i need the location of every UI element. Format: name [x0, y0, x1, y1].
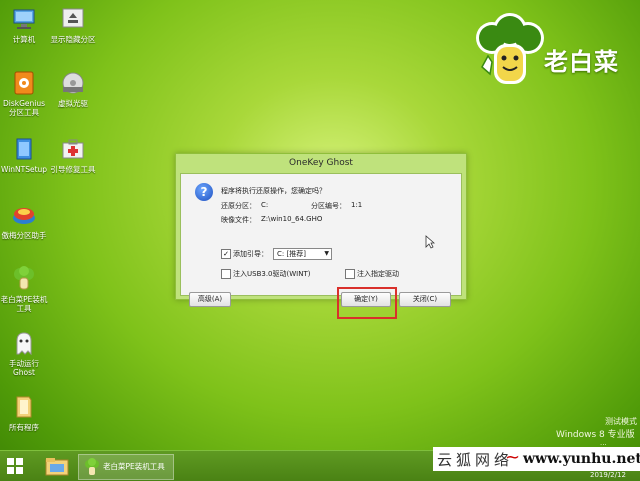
desktop-icon-boot-repair[interactable]: 引导修复工具 [48, 136, 98, 174]
desktop-icon-manual-ghost[interactable]: 手动运行 Ghost [0, 330, 49, 377]
desktop-icon-show-hidden-partition[interactable]: 显示隐藏分区 [48, 6, 98, 44]
desktop-icon-label: 傲梅分区助手 [1, 231, 47, 240]
desktop-icon-virtual-drive[interactable]: 虚拟光驱 [48, 70, 98, 108]
inject-usb3-checkbox[interactable] [221, 269, 231, 279]
taskbar-app-label: 老白菜PE装机工具 [103, 462, 165, 471]
partition-number-value: 1:1 [351, 201, 363, 209]
os-version-text: Windows 8 专业版 [556, 430, 635, 440]
restore-partition-label: 还原分区： [221, 202, 256, 210]
desktop-icon-winntsetup[interactable]: WinNTSetup [0, 136, 49, 174]
desktop-icon-label: 老白菜PE装机 工具 [0, 295, 48, 313]
partition-number-label: 分区编号： [311, 202, 346, 210]
computer-icon [11, 6, 37, 32]
test-mode-text: 测试模式 [605, 417, 637, 426]
restore-partition-value: C: [261, 201, 269, 209]
clock-date: 2019/2/12 [590, 471, 626, 479]
desktop-icon-aomei[interactable]: 傲梅分区助手 [0, 202, 49, 240]
desktop-icon-label: 计算机 [12, 35, 36, 44]
desktop-icon-pe-installer[interactable]: 老白菜PE装机 工具 [0, 266, 49, 313]
partition-icon [60, 6, 86, 32]
onekey-ghost-dialog: OneKey Ghost ? 程序将执行还原操作，您确定吗？ 还原分区： C: … [175, 153, 467, 319]
boot-drive-select[interactable]: C: [推荐] ▼ [273, 248, 332, 260]
desktop-icon-label: WinNTSetup [0, 165, 48, 174]
site-name-cn: 云狐网络 [437, 451, 514, 469]
desktop-icon-label: 显示隐藏分区 [50, 35, 96, 44]
question-icon: ? [195, 183, 213, 201]
inject-driver-label: 注入指定驱动 [357, 270, 399, 278]
aomei-partition-icon [11, 202, 37, 228]
desktop-icon-label: 引导修复工具 [50, 165, 96, 174]
broccoli-icon [11, 266, 37, 292]
confirm-highlight-box [337, 287, 397, 319]
dialog-title[interactable]: OneKey Ghost [176, 154, 466, 172]
file-explorer-icon[interactable] [44, 455, 70, 477]
virtual-drive-icon [60, 70, 86, 96]
inject-usb3-label: 注入USB3.0驱动(WINT) [233, 270, 311, 278]
logo-text: 老白菜 [544, 48, 619, 76]
desktop-icon-diskgenius[interactable]: DiskGenius 分区工具 [0, 70, 49, 117]
build-text: ... [600, 439, 607, 447]
folder-icon [11, 394, 37, 420]
taskbar-app-pe-installer[interactable]: 老白菜PE装机工具 [78, 454, 174, 480]
close-button[interactable]: 关闭(C) [399, 292, 451, 307]
add-boot-label: 添加引导： [233, 250, 268, 258]
desktop-icon-all-programs[interactable]: 所有程序 [0, 394, 49, 432]
advanced-button[interactable]: 高级(A) [189, 292, 231, 307]
winntsetup-icon [11, 136, 37, 162]
desktop-icon-computer[interactable]: 计算机 [0, 6, 49, 44]
broccoli-icon [85, 458, 99, 475]
boot-select-value: C: [推荐] [277, 250, 306, 258]
windows-start-icon[interactable] [6, 457, 24, 475]
mouse-cursor-icon [425, 235, 436, 249]
desktop-icon-label: 虚拟光驱 [58, 99, 88, 108]
inject-driver-checkbox[interactable] [345, 269, 355, 279]
ghost-icon [11, 330, 37, 356]
first-aid-kit-icon [60, 136, 86, 162]
site-tilde: ~ [505, 447, 521, 468]
image-file-value: Z:\win10_64.GHO [261, 215, 323, 223]
confirm-message: 程序将执行还原操作，您确定吗？ [221, 187, 326, 195]
image-file-label: 映像文件： [221, 216, 256, 224]
site-watermark-banner: 云狐网络 ~ www.yunhu.net [433, 447, 640, 471]
chevron-down-icon: ▼ [324, 250, 329, 257]
site-url: www.yunhu.net [523, 451, 640, 467]
broccoli-logo-icon [470, 12, 550, 92]
diskgenius-icon [11, 70, 37, 96]
add-boot-checkbox[interactable]: ✓ [221, 249, 231, 259]
desktop-icon-label: 所有程序 [9, 423, 39, 432]
dialog-body: ? 程序将执行还原操作，您确定吗？ 还原分区： C: 分区编号： 1:1 映像文… [180, 173, 462, 319]
desktop-icon-label: 手动运行 Ghost [9, 359, 39, 377]
desktop-icon-label: DiskGenius 分区工具 [2, 99, 46, 117]
